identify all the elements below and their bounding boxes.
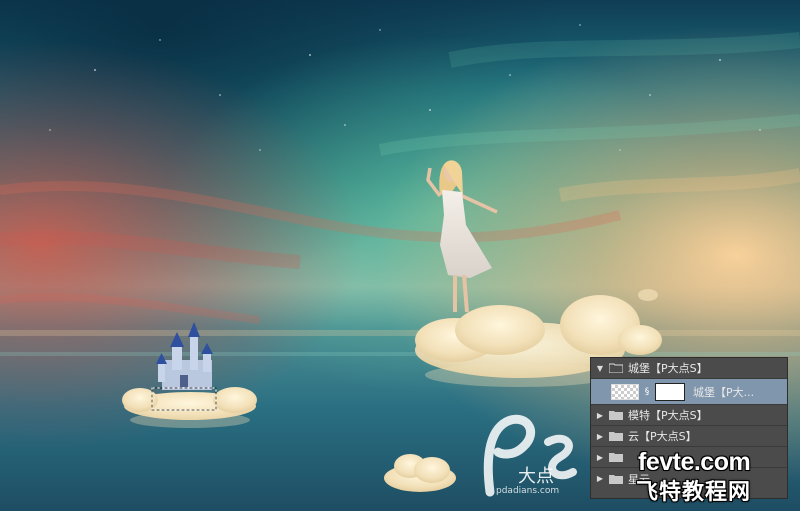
ps-site-watermark: pdadians.com <box>496 486 560 496</box>
expand-arrow-icon[interactable]: ▶ <box>594 411 606 420</box>
folder-icon <box>609 474 623 484</box>
layer-mask-thumbnail[interactable] <box>655 382 685 401</box>
fevte-domain-watermark: fevte.com <box>638 448 751 476</box>
expand-arrow-icon[interactable]: ▶ <box>594 432 606 441</box>
layer-group-model[interactable]: ▶ 模特【P大点S】 <box>591 405 787 426</box>
castle-cloud <box>122 387 257 428</box>
expand-arrow-icon[interactable]: ▶ <box>594 453 606 462</box>
folder-icon <box>609 431 623 441</box>
chain-link-icon[interactable]: § <box>642 387 652 397</box>
fevte-cn-watermark: 飞特教程网 <box>636 480 752 505</box>
layer-label: 模特【P大点S】 <box>628 409 708 422</box>
collapse-arrow-icon[interactable]: ▼ <box>594 364 606 373</box>
layer-castle[interactable]: § 城堡【P大... <box>591 379 787 405</box>
layer-group-castle[interactable]: ▼ 城堡【P大点S】 <box>591 358 787 379</box>
ps-logo-text: 大点 <box>518 466 554 487</box>
folder-icon <box>609 363 623 373</box>
folder-icon <box>609 410 623 420</box>
layer-label: 城堡【P大点S】 <box>628 362 708 375</box>
layer-thumbnail <box>611 383 639 400</box>
photoshop-canvas[interactable]: 大点 pdadians.com ▼ 城堡【P大点S】 § 城堡【P大... ▶ … <box>0 0 800 511</box>
folder-icon <box>609 452 623 462</box>
layer-group-cloud[interactable]: ▶ 云【P大点S】 <box>591 426 787 447</box>
layer-label: 云【P大点S】 <box>628 430 697 443</box>
expand-arrow-icon[interactable]: ▶ <box>594 474 606 483</box>
layer-label: 城堡【P大... <box>693 385 755 399</box>
